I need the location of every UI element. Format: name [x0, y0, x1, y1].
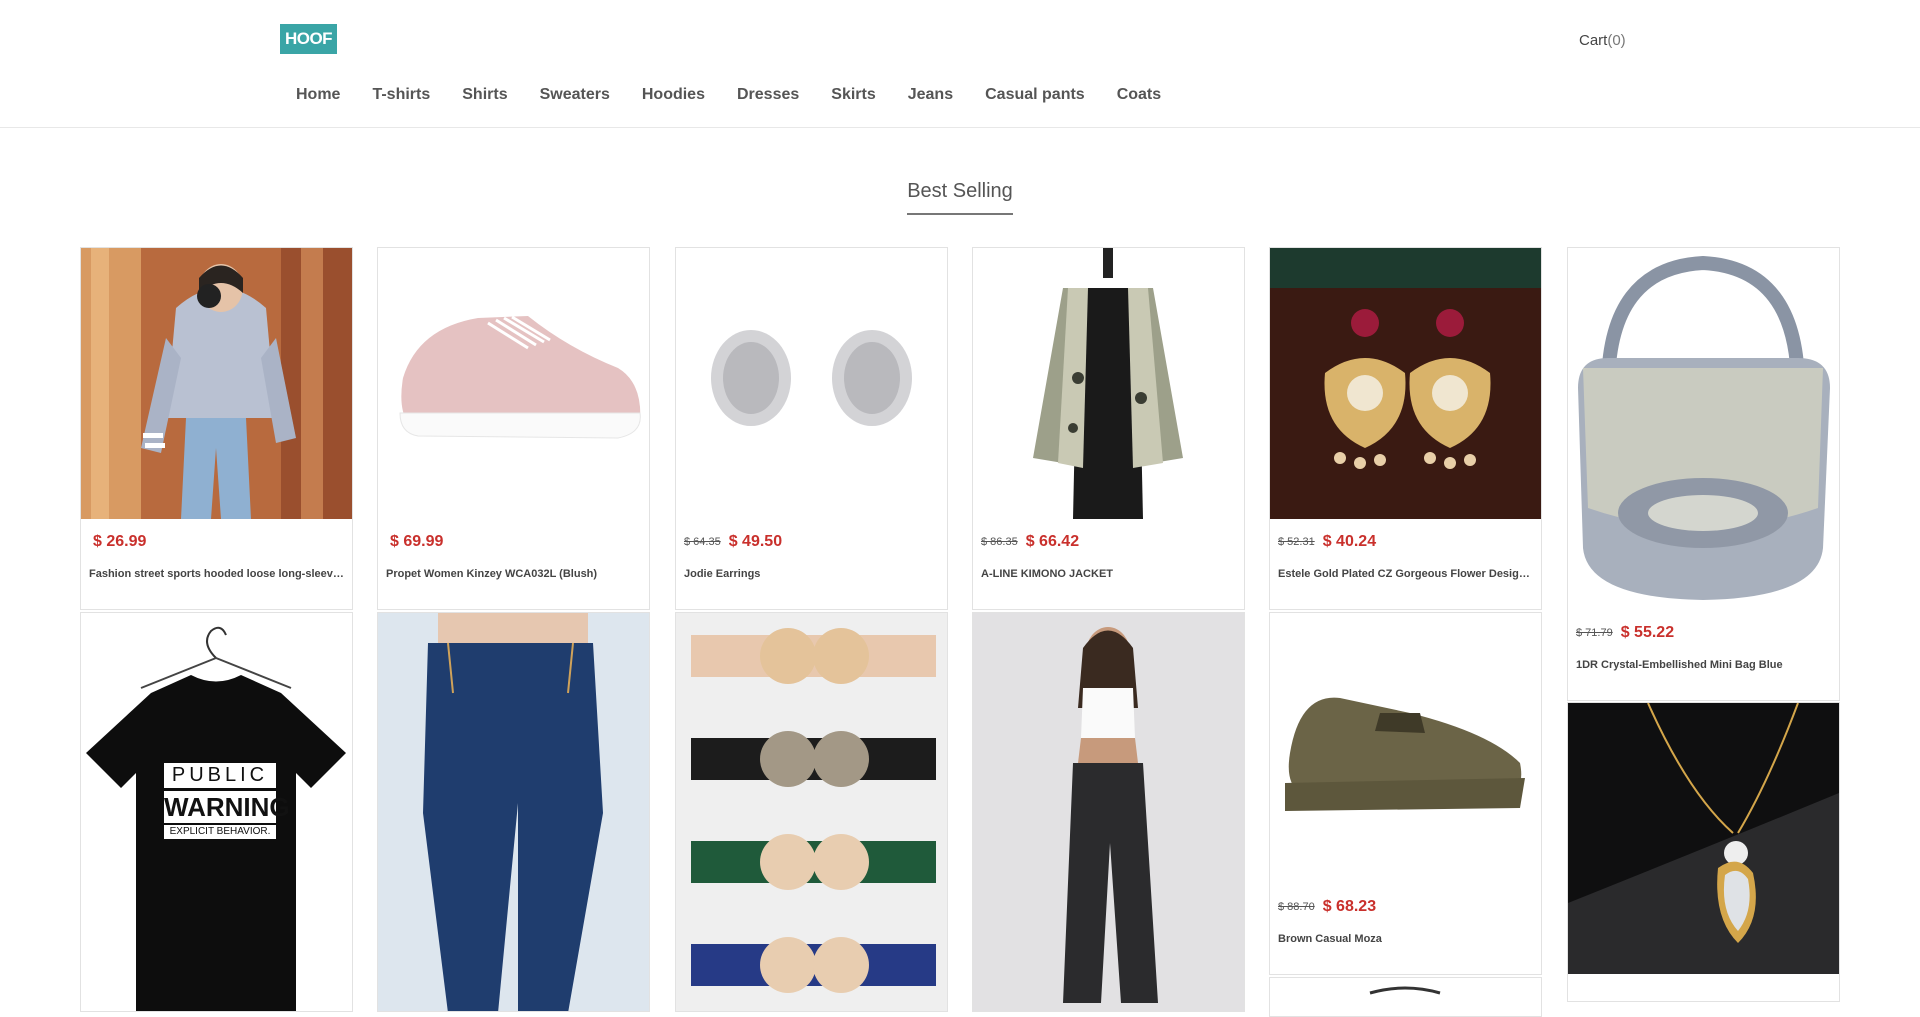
nav-home[interactable]: Home [280, 84, 356, 106]
product-card-mini-bag[interactable]: $ 71.79 $ 55.22 1DR Crystal-Embellished … [1567, 247, 1840, 701]
product-card-tshirt[interactable]: PUBLIC WARNING EXPLICIT BEHAVIOR. [80, 612, 353, 1012]
product-image[interactable] [378, 248, 649, 519]
print-line-1: PUBLIC [171, 764, 269, 786]
product-card-hoodie[interactable]: $ 26.99 Fashion street sports hooded loo… [80, 247, 353, 610]
product-image[interactable] [973, 613, 1244, 1011]
original-price: $ 64.35 [684, 536, 721, 548]
price-row: $ 52.31 $ 40.24 [1270, 519, 1541, 565]
product-card-belts[interactable] [675, 612, 948, 1012]
product-card-estele-earrings[interactable]: $ 52.31 $ 40.24 Estele Gold Plated CZ Go… [1269, 247, 1542, 610]
product-title[interactable]: Propet Women Kinzey WCA032L (Blush) [378, 565, 649, 609]
cart-label: Cart [1579, 32, 1608, 49]
nav-shirts[interactable]: Shirts [446, 84, 523, 106]
nav-tshirts[interactable]: T-shirts [356, 84, 446, 106]
nav-casual-pants[interactable]: Casual pants [969, 84, 1101, 106]
original-price: $ 52.31 [1278, 536, 1315, 548]
original-price: $ 88.70 [1278, 901, 1315, 913]
product-title[interactable]: 1DR Crystal-Embellished Mini Bag Blue [1568, 656, 1839, 700]
product-image[interactable] [676, 613, 947, 1011]
current-price: $ 55.22 [1620, 624, 1675, 641]
product-title[interactable]: Brown Casual Moza [1270, 930, 1541, 974]
product-card-brown-loafer[interactable]: $ 88.70 $ 68.23 Brown Casual Moza [1269, 612, 1542, 975]
section-title: Best Selling [0, 180, 1920, 215]
product-card-pendant[interactable] [1567, 702, 1840, 1002]
price-row: $ 69.99 [378, 519, 649, 565]
current-price: $ 49.50 [728, 533, 783, 550]
product-title[interactable]: Estele Gold Plated CZ Gorgeous Flower De… [1270, 565, 1541, 609]
nav-skirts[interactable]: Skirts [815, 84, 891, 106]
current-price: $ 26.99 [93, 533, 147, 550]
current-price: $ 68.23 [1322, 898, 1377, 915]
price-row: $ 26.99 [81, 519, 352, 565]
nav-sweaters[interactable]: Sweaters [524, 84, 626, 106]
product-card-kimono-jacket[interactable]: $ 86.35 $ 66.42 A-LINE KIMONO JACKET [972, 247, 1245, 610]
price-row: $ 88.70 $ 68.23 [1270, 884, 1541, 930]
product-image[interactable] [81, 248, 352, 519]
product-image[interactable] [676, 248, 947, 519]
site-logo[interactable]: HOOF [280, 24, 337, 54]
original-price: $ 86.35 [981, 536, 1018, 548]
nav-hoodies[interactable]: Hoodies [626, 84, 721, 106]
cart-link[interactable]: Cart(0) [1579, 32, 1626, 49]
product-card-sneaker[interactable]: $ 69.99 Propet Women Kinzey WCA032L (Blu… [377, 247, 650, 610]
main-nav: Home T-shirts Shirts Sweaters Hoodies Dr… [280, 84, 1177, 106]
current-price: $ 66.42 [1025, 533, 1080, 550]
price-row: $ 86.35 $ 66.42 [973, 519, 1244, 565]
print-line-3: EXPLICIT BEHAVIOR. [169, 826, 271, 837]
product-title[interactable]: Fashion street sports hooded loose long-… [81, 565, 352, 609]
product-card-partial[interactable] [1269, 977, 1542, 1017]
product-title[interactable]: Jodie Earrings [676, 565, 947, 609]
current-price: $ 40.24 [1322, 533, 1377, 550]
product-title[interactable]: A-LINE KIMONO JACKET [973, 565, 1244, 609]
product-image[interactable] [1270, 978, 1541, 1016]
product-image[interactable] [1270, 248, 1541, 519]
best-selling-heading: Best Selling [907, 180, 1013, 215]
product-card-black-jeans[interactable] [972, 612, 1245, 1012]
product-image[interactable]: PUBLIC WARNING EXPLICIT BEHAVIOR. [81, 613, 352, 1011]
nav-jeans[interactable]: Jeans [892, 84, 969, 106]
site-header: HOOF Cart(0) Home T-shirts Shirts Sweate… [0, 0, 1920, 128]
product-image[interactable] [378, 613, 649, 1011]
price-row: $ 71.79 $ 55.22 [1568, 610, 1839, 656]
cart-count: (0) [1607, 32, 1626, 49]
product-card-jeans[interactable] [377, 612, 650, 1012]
product-image[interactable] [1270, 613, 1541, 884]
original-price: $ 71.79 [1576, 627, 1613, 639]
nav-dresses[interactable]: Dresses [721, 84, 815, 106]
product-image[interactable] [1568, 703, 1839, 974]
product-image[interactable] [973, 248, 1244, 519]
current-price: $ 69.99 [390, 533, 444, 550]
price-row: $ 64.35 $ 49.50 [676, 519, 947, 565]
product-card-jodie-earrings[interactable]: $ 64.35 $ 49.50 Jodie Earrings [675, 247, 948, 610]
product-image[interactable] [1568, 248, 1839, 610]
nav-coats[interactable]: Coats [1101, 84, 1177, 106]
print-line-2: WARNING [164, 792, 290, 822]
